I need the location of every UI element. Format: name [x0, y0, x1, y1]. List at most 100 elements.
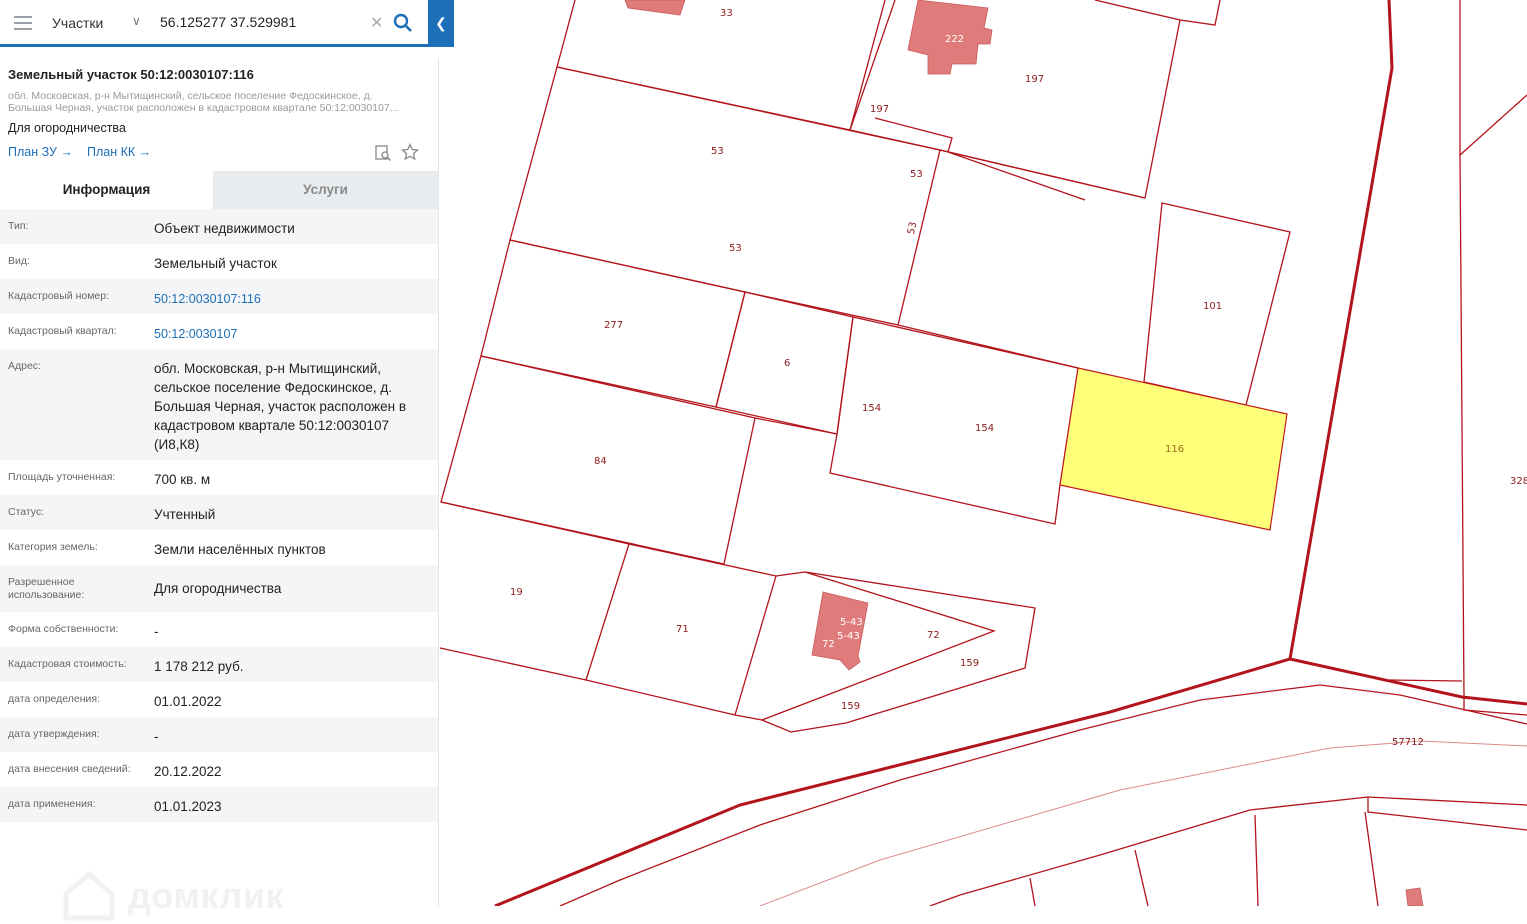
detail-label: Кадастровая стоимость: [8, 658, 127, 670]
detail-value: обл. Московская, р-н Мытищинский, сельск… [154, 361, 406, 452]
road-label: 57712 [1392, 737, 1424, 748]
parcel-label: 197 [870, 104, 889, 115]
detail-row: дата внесения сведений: 20.12.2022 [0, 752, 438, 787]
parcel-label: 159 [960, 658, 979, 669]
detail-value: Объект недвижимости [154, 221, 295, 236]
info-panel: Земельный участок 50:12:0030107:116 обл.… [0, 58, 439, 921]
detail-row: Площадь уточненная: 700 кв. м [0, 460, 438, 495]
watermark-text: домклик [128, 875, 284, 916]
parcel-label: 19 [510, 587, 523, 598]
road-boundary [1367, 796, 1527, 806]
plan-zu-link[interactable]: План ЗУ → [8, 145, 73, 159]
parcel-label: 222 [945, 34, 964, 45]
building-label: 72 [822, 639, 835, 650]
parcel-label: 53 [711, 146, 724, 157]
building-label: 5-43 [837, 631, 860, 642]
star-icon[interactable] [401, 143, 419, 161]
cadastral-number-link[interactable]: 50:12:0030107:116 [154, 290, 429, 309]
menu-icon[interactable] [14, 16, 32, 30]
road-boundary [559, 684, 1527, 906]
detail-value: Земельный участок [154, 256, 277, 271]
detail-row: Разрешенное использование: Для огороднич… [0, 565, 438, 612]
detail-row: дата применения: 01.01.2023 [0, 787, 438, 822]
parcel-title: Земельный участок 50:12:0030107:116 [8, 67, 254, 82]
parcel-label: 159 [841, 701, 860, 712]
detail-row: дата определения: 01.01.2022 [0, 682, 438, 717]
search-input[interactable] [158, 13, 367, 31]
tab-info[interactable]: Информация [0, 171, 213, 209]
detail-label: Кадастровый номер: [8, 290, 110, 302]
parcel-boundary[interactable] [939, 149, 1146, 199]
parcel-label: 6 [784, 358, 790, 369]
parcel-address-short: обл. Московская, р-н Мытищинский, сельск… [8, 90, 399, 114]
house-logo-icon [63, 871, 115, 921]
document-search-icon[interactable] [374, 144, 392, 162]
parcel-label: 116 [1165, 444, 1184, 455]
detail-row: Кадастровый квартал: 50:12:0030107 [0, 314, 438, 349]
parcel-boundary[interactable] [1094, 0, 1181, 21]
detail-label: дата утверждения: [8, 728, 100, 740]
tab-services[interactable]: Услуги [213, 171, 438, 209]
parcel-boundary [1364, 811, 1379, 906]
parcel-use: Для огородничества [8, 121, 126, 135]
detail-value: Земли населённых пунктов [154, 542, 326, 557]
parcel-label: 277 [604, 320, 623, 331]
parcel-label: 101 [1203, 301, 1222, 312]
close-icon[interactable]: ✕ [370, 13, 383, 33]
chevron-down-icon[interactable]: ∨ [132, 14, 141, 28]
layer-select[interactable]: Участки [52, 15, 103, 31]
detail-value: - [154, 729, 159, 744]
detail-label: Форма собственности: [8, 623, 119, 635]
building [624, 0, 686, 16]
parcel-label: 53 [729, 243, 742, 254]
parcel-boundary [1459, 0, 1527, 157]
parcel-boundary [1389, 679, 1463, 682]
parcel-label: 72 [927, 630, 940, 641]
detail-value: 20.12.2022 [154, 764, 222, 779]
parcel-boundary[interactable] [585, 543, 630, 681]
search-icon[interactable] [393, 13, 413, 33]
parcel-label: 154 [862, 403, 881, 414]
building-label: 5-43 [840, 617, 863, 628]
detail-label: Категория земель: [8, 541, 98, 553]
parcel-boundary[interactable] [734, 575, 777, 716]
collapse-panel-button[interactable]: ❮ [428, 0, 454, 47]
tab-bar: Информация Услуги [0, 171, 438, 209]
road-boundary [929, 796, 1369, 906]
search-bar: Участки ∨ ✕ [0, 0, 428, 47]
detail-value: 700 кв. м [154, 472, 211, 487]
detail-row: дата утверждения: - [0, 717, 438, 752]
parcel-boundary [1029, 877, 1036, 906]
parcel-boundary[interactable] [849, 0, 1221, 199]
parcel-boundary [1367, 797, 1527, 831]
parcel-boundary[interactable] [556, 0, 886, 131]
parcel-label: 71 [676, 624, 689, 635]
detail-label: дата применения: [8, 798, 96, 810]
cadastral-quarter-link[interactable]: 50:12:0030107 [154, 325, 429, 344]
detail-label: Вид: [8, 255, 30, 267]
parcel-154[interactable] [829, 316, 1079, 525]
detail-row: Кадастровый номер: 50:12:0030107:116 [0, 279, 438, 314]
detail-row: Категория земель: Земли населённых пункт… [0, 530, 438, 565]
detail-label: Тип: [8, 220, 29, 232]
detail-label: Разрешенное использование: [8, 576, 85, 601]
detail-label: Адрес: [8, 360, 41, 372]
parcel-label: 53 [910, 169, 923, 180]
details-table: Тип: Объект недвижимости Вид: Земельный … [0, 209, 438, 822]
plan-kk-link[interactable]: План КК → [87, 145, 151, 159]
detail-label: дата внесения сведений: [8, 763, 131, 775]
parcel-boundary[interactable] [439, 647, 763, 721]
parcel-boundary [1254, 814, 1259, 906]
detail-value: 01.01.2023 [154, 799, 222, 814]
parcel-72[interactable] [760, 571, 1036, 733]
detail-label: дата определения: [8, 693, 101, 705]
parcel-boundary[interactable] [754, 417, 838, 435]
road-line [759, 740, 1527, 906]
detail-row: Форма собственности: - [0, 612, 438, 647]
parcel-boundary [1134, 849, 1149, 906]
detail-row: Вид: Земельный участок [0, 244, 438, 279]
building [1405, 887, 1424, 906]
parcel-boundary [1459, 154, 1465, 698]
detail-row: Адрес: обл. Московская, р-н Мытищинский,… [0, 349, 438, 460]
watermark-logo: домклик [60, 868, 284, 924]
